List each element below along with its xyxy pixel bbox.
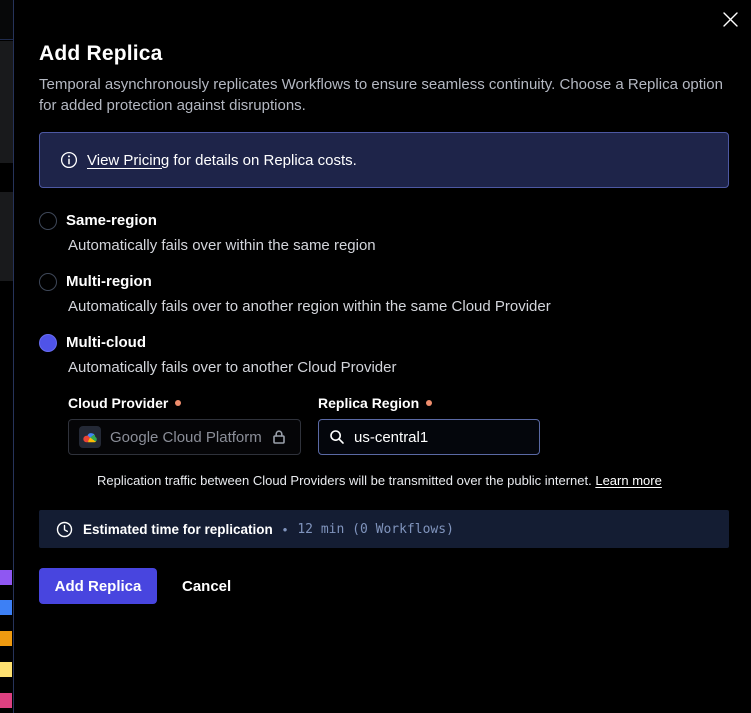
estimate-label: Estimated time for replication <box>83 522 273 537</box>
page-behind-topblock <box>0 0 13 40</box>
modal-description: Temporal asynchronously replicates Workf… <box>39 74 729 116</box>
add-replica-modal: Add Replica Temporal asynchronously repl… <box>13 0 751 713</box>
close-icon[interactable] <box>719 8 741 30</box>
page-stripe <box>0 662 12 677</box>
cloud-provider-label: Cloud Provider <box>68 395 318 411</box>
replica-region-field <box>318 419 540 455</box>
estimate-separator: • <box>283 522 288 537</box>
modal-actions: Add Replica Cancel <box>39 568 729 604</box>
gcp-icon <box>79 426 101 448</box>
replica-options: Same-region Automatically fails over wit… <box>39 212 729 488</box>
radio-multi-region[interactable] <box>39 273 57 291</box>
page-behind-edge <box>0 0 13 713</box>
cloud-provider-select[interactable]: Google Cloud Platform <box>68 419 301 455</box>
page-behind-panel <box>0 41 13 163</box>
required-dot <box>426 400 432 406</box>
clock-icon <box>56 521 73 538</box>
search-icon <box>329 429 345 445</box>
transit-note: Replication traffic between Cloud Provid… <box>97 473 729 488</box>
multi-cloud-subform: Cloud Provider Replica Region Google Clo… <box>68 395 729 488</box>
pricing-info-banner: View Pricing for details on Replica cost… <box>39 132 729 188</box>
cloud-provider-value: Google Cloud Platform <box>110 429 262 446</box>
option-description: Automatically fails over within the same… <box>68 237 729 255</box>
pricing-banner-text: View Pricing for details on Replica cost… <box>87 152 357 169</box>
replica-region-label: Replica Region <box>318 395 432 411</box>
radio-multi-cloud[interactable] <box>39 334 57 352</box>
page-stripe <box>0 600 12 615</box>
option-description: Automatically fails over to another Clou… <box>68 359 729 377</box>
option-multi-cloud: Multi-cloud Automatically fails over to … <box>39 334 729 488</box>
page-behind-panel <box>0 192 13 281</box>
add-replica-button[interactable]: Add Replica <box>39 568 157 604</box>
view-pricing-link[interactable]: View Pricing <box>87 152 169 169</box>
modal-title: Add Replica <box>39 42 729 66</box>
required-dot <box>175 400 181 406</box>
option-label[interactable]: Multi-cloud <box>66 334 146 352</box>
page-stripe <box>0 570 12 585</box>
info-icon <box>60 151 78 169</box>
option-label[interactable]: Multi-region <box>66 273 152 291</box>
replica-region-input[interactable] <box>354 429 514 446</box>
option-description: Automatically fails over to another regi… <box>68 298 729 316</box>
estimate-value: 12 min (0 Workflows) <box>297 522 454 537</box>
learn-more-link[interactable]: Learn more <box>595 473 661 488</box>
lock-icon <box>271 429 287 445</box>
cancel-button[interactable]: Cancel <box>182 578 231 595</box>
page-stripe <box>0 631 12 646</box>
option-same-region: Same-region Automatically fails over wit… <box>39 212 729 255</box>
estimate-banner: Estimated time for replication • 12 min … <box>39 510 729 548</box>
option-multi-region: Multi-region Automatically fails over to… <box>39 273 729 316</box>
radio-same-region[interactable] <box>39 212 57 230</box>
option-label[interactable]: Same-region <box>66 212 157 230</box>
page-stripe <box>0 693 12 708</box>
